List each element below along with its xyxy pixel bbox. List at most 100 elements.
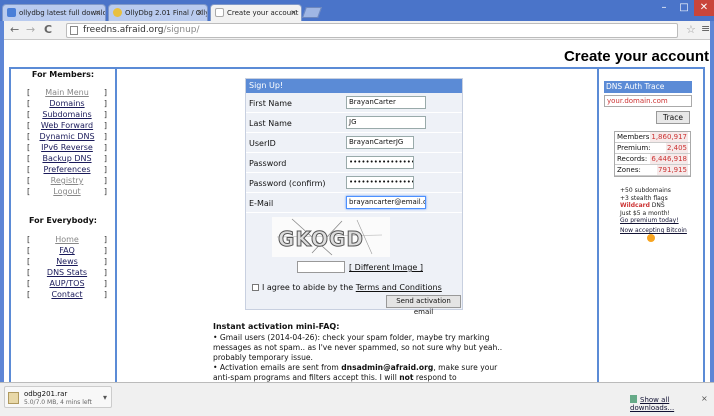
first-name-field[interactable]: BrayanCarter — [346, 96, 426, 109]
members-link[interactable]: Subdomains — [42, 110, 91, 119]
email-row: E-Mail brayancarter@email.com — [246, 193, 462, 213]
download-status: 5.0/7.0 MB, 4 mins left — [24, 399, 92, 406]
last-name-field[interactable]: JG — [346, 116, 426, 129]
archive-file-icon — [8, 392, 19, 404]
members-link[interactable]: Main Menu — [45, 88, 89, 97]
bracket-left: [ — [27, 187, 31, 196]
members-link[interactable]: Dynamic DNS — [39, 132, 94, 141]
address-bar[interactable]: freedns.afraid.org/signup/ — [66, 23, 678, 38]
members-item: [Main Menu] — [27, 87, 107, 98]
members-link[interactable]: Backup DNS — [42, 154, 91, 163]
dns-trace-heading: DNS Auth Trace — [604, 81, 692, 93]
members-link[interactable]: Registry — [51, 176, 84, 185]
tab-close-icon[interactable]: × — [94, 8, 101, 17]
menu-icon[interactable]: ≡ — [701, 22, 710, 35]
stats-key: Zones: — [617, 166, 641, 174]
bracket-right: ] — [103, 279, 107, 288]
everybody-link[interactable]: DNS Stats — [47, 268, 87, 277]
terms-checkbox[interactable] — [252, 284, 259, 291]
page-favicon-icon — [215, 8, 224, 17]
captcha-input[interactable] — [297, 261, 345, 273]
page-title: Create your account — [563, 48, 709, 65]
bracket-right: ] — [103, 187, 107, 196]
tab-create-account[interactable]: Create your account × — [210, 4, 302, 21]
bracket-right: ] — [103, 165, 107, 174]
agree-text: I agree to abide by the — [262, 283, 356, 292]
close-window-button[interactable]: ✕ — [694, 0, 714, 16]
send-activation-button[interactable]: Send activation email — [386, 295, 461, 316]
bracket-right: ] — [103, 143, 107, 152]
everybody-link[interactable]: Home — [55, 235, 79, 244]
promo-line: +3 stealth flags — [620, 194, 668, 202]
captcha-text: GKOGD — [277, 227, 365, 252]
everybody-link[interactable]: News — [56, 257, 78, 266]
download-bar-close-icon[interactable]: × — [701, 394, 708, 403]
members-item: [Preferences] — [27, 164, 107, 175]
password-field[interactable]: •••••••••••••••• — [346, 156, 414, 169]
tab-label: Create your account — [227, 9, 299, 17]
password-confirm-field[interactable]: •••••••••••••••• — [346, 176, 414, 189]
userid-row: UserID BrayanCarterJG — [246, 133, 462, 153]
download-item[interactable]: odbg201.rar 5.0/7.0 MB, 4 mins left ▾ — [4, 386, 112, 408]
reload-button[interactable]: C — [44, 23, 52, 37]
members-link[interactable]: Domains — [49, 99, 84, 108]
bracket-right: ] — [103, 132, 107, 141]
password-confirm-label: Password (confirm) — [249, 179, 326, 188]
new-tab-button[interactable] — [301, 7, 323, 18]
dns-trace-input[interactable]: your.domain.com — [604, 95, 692, 107]
faq-gmail-note: • Gmail users (2014-04-26): check your s… — [213, 333, 503, 362]
google-favicon-icon — [7, 8, 16, 17]
userid-field[interactable]: BrayanCarterJG — [346, 136, 414, 149]
minimize-button[interactable]: – — [654, 0, 674, 16]
bitcoin-link[interactable]: Now accepting Bitcoin — [620, 227, 687, 234]
tab-close-icon[interactable]: × — [290, 8, 297, 17]
tab-ollydbg-final[interactable]: OllyDbg 2.01 Final / OllyD × — [108, 4, 208, 21]
stats-row: Zones: 791,915 — [615, 165, 690, 176]
maximize-button[interactable]: □ — [674, 0, 694, 16]
terms-link[interactable]: Terms and Conditions — [356, 283, 442, 292]
last-name-label: Last Name — [249, 119, 292, 128]
download-menu-arrow-icon[interactable]: ▾ — [103, 393, 107, 402]
tab-ollydbg-download[interactable]: ollydbg latest full downlo × — [2, 4, 106, 21]
bracket-left: [ — [27, 246, 31, 255]
members-link[interactable]: Preferences — [43, 165, 90, 174]
everybody-link[interactable]: FAQ — [59, 246, 75, 255]
everybody-link[interactable]: Contact — [51, 290, 82, 299]
members-item: [Domains] — [27, 98, 107, 109]
tab-close-icon[interactable]: × — [196, 8, 203, 17]
last-name-row: Last Name JG — [246, 113, 462, 133]
download-bar: odbg201.rar 5.0/7.0 MB, 4 mins left ▾ Sh… — [0, 382, 714, 416]
everybody-item: [News] — [27, 256, 107, 267]
everybody-item: [Home] — [27, 234, 107, 245]
different-image-link[interactable]: [ Different Image ] — [349, 263, 423, 272]
bracket-left: [ — [27, 121, 31, 130]
members-item: [ Logout] — [27, 186, 107, 197]
downloads-icon — [630, 395, 637, 403]
members-item: [Backup DNS] — [27, 153, 107, 164]
faq-sender-email: dnsadmin@afraid.org — [341, 363, 434, 372]
everybody-link[interactable]: AUP/TOS — [49, 279, 84, 288]
back-button[interactable]: ← — [10, 23, 19, 37]
trace-button[interactable]: Trace — [656, 111, 690, 124]
forward-button[interactable]: → — [26, 23, 35, 37]
everybody-item: [Contact] — [27, 289, 107, 300]
email-field[interactable]: brayancarter@email.com — [346, 196, 426, 209]
members-link[interactable]: Web Forward — [41, 121, 93, 130]
bracket-left: [ — [27, 257, 31, 266]
members-link[interactable]: IPv6 Reverse — [41, 143, 93, 152]
different-image-label: [ Different Image ] — [349, 263, 423, 272]
first-name-row: First Name BrayanCarter — [246, 93, 462, 113]
go-premium-link[interactable]: Go premium today! — [620, 217, 679, 225]
bookmark-star-icon[interactable]: ☆ — [686, 23, 696, 36]
promo-line: Just $5 a month! — [620, 209, 670, 217]
bitcoin-icon — [647, 234, 655, 242]
bracket-left: [ — [27, 132, 31, 141]
members-nav: [Main Menu] [Domains] [Subdomains] [Web For… — [27, 87, 107, 197]
left-sidebar: For Members: [Main Menu] [Domains] [Subdom… — [9, 67, 117, 382]
signup-form: Sign Up! First Name BrayanCarter Last Na… — [245, 78, 463, 316]
promo-line: Wildcard DNS — [620, 202, 679, 210]
browser-window: ollydbg latest full downlo × OllyDbg 2.0… — [0, 0, 714, 416]
address-domain: freedns.afraid.org — [83, 25, 164, 35]
bracket-right: ] — [103, 290, 107, 299]
members-link[interactable]: Logout — [53, 187, 80, 196]
